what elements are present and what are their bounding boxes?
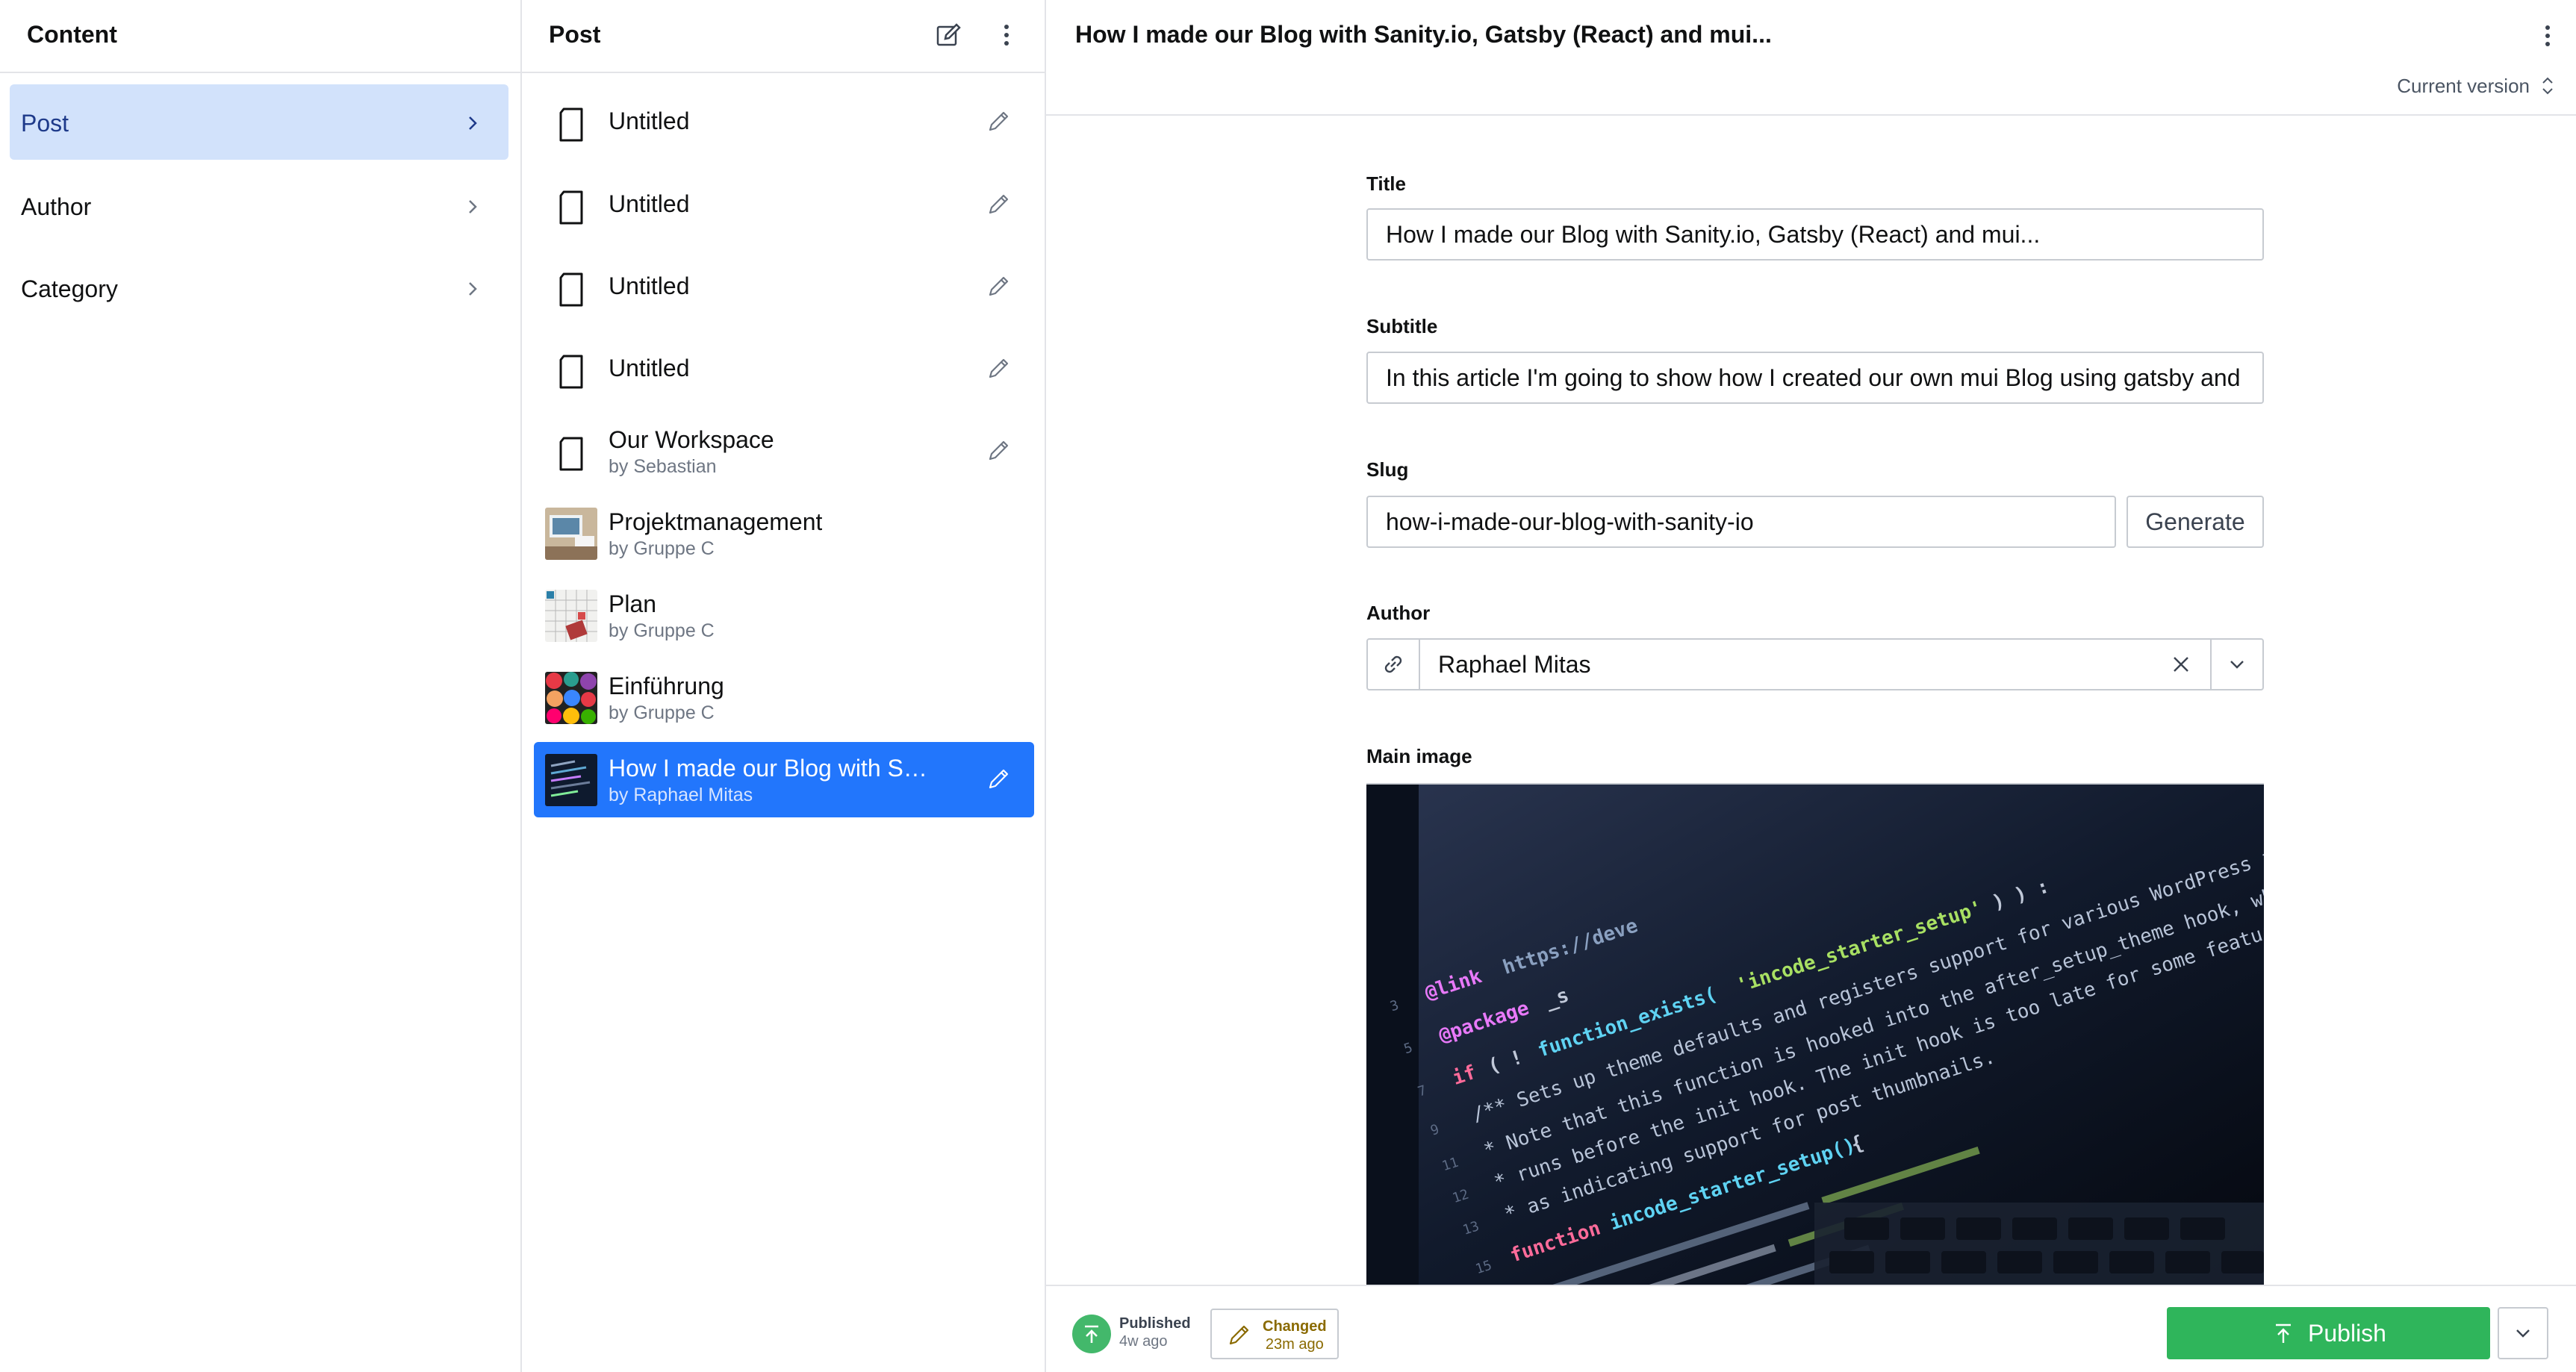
list-item-title: How I made our Blog with Sanity.io, Gats… <box>609 755 937 782</box>
list-item-subtitle: by Gruppe C <box>609 620 715 641</box>
changed-status[interactable]: Changed 23m ago <box>1210 1309 1339 1359</box>
list-item-title: Untitled <box>609 107 690 134</box>
list-item[interactable]: Untitled <box>534 84 1034 160</box>
pencil-icon <box>1229 1325 1249 1345</box>
chevron-down-icon <box>2230 661 2244 669</box>
content-pane-title: Content <box>27 21 117 48</box>
version-selector[interactable]: Current version <box>2397 73 2555 99</box>
version-label: Current version <box>2397 75 2530 97</box>
pencil-icon <box>989 440 1009 461</box>
document-status-bar: Published 4w ago Changed 23m ago Publish <box>1046 1285 2576 1372</box>
main-image-preview[interactable]: @link https://deve @package _s if ( ! fu… <box>1366 783 2264 1286</box>
document-icon <box>559 190 583 225</box>
main-image-field-label: Main image <box>1366 745 1472 767</box>
close-icon[interactable] <box>2168 652 2194 677</box>
title-field-label: Title <box>1366 172 1406 195</box>
post-pane-header: Post <box>522 0 1045 73</box>
published-time: 4w ago <box>1119 1333 1168 1350</box>
published-status: Published 4w ago <box>1119 1315 1191 1350</box>
changed-label: Changed <box>1263 1318 1327 1335</box>
title-input[interactable]: How I made our Blog with Sanity.io, Gats… <box>1366 208 2264 261</box>
header-divider <box>1046 114 2576 116</box>
post-thumbnail-image <box>545 508 597 560</box>
nav-item-label: Category <box>21 275 118 302</box>
list-item-title: Untitled <box>609 190 690 217</box>
reference-link-button[interactable] <box>1368 640 1420 689</box>
link-icon <box>1384 655 1402 673</box>
nav-item-category[interactable]: Category <box>10 250 508 325</box>
list-item[interactable]: Our Workspace by Sebastian <box>534 414 1034 489</box>
list-item-subtitle: by Gruppe C <box>609 538 715 559</box>
changed-time: 23m ago <box>1265 1336 1324 1353</box>
list-item-title: Untitled <box>609 355 690 381</box>
compose-icon[interactable] <box>933 19 965 51</box>
chevron-right-icon <box>469 116 477 130</box>
pencil-icon <box>989 769 1009 789</box>
list-item[interactable]: Plan by Gruppe C <box>534 578 1034 653</box>
post-pane-title: Post <box>549 21 601 48</box>
published-label: Published <box>1119 1315 1191 1332</box>
list-item[interactable]: Projektmanagement by Gruppe C <box>534 496 1034 571</box>
nav-item-post[interactable]: Post <box>10 84 508 160</box>
pencil-icon <box>989 358 1009 378</box>
code-screen-photo: @link https://deve @package _s if ( ! fu… <box>1366 785 2264 1286</box>
list-item-title: Plan <box>609 590 657 617</box>
document-icon <box>559 437 583 471</box>
list-item-title: Untitled <box>609 272 690 299</box>
subtitle-field-label: Subtitle <box>1366 315 1438 337</box>
document-icon <box>559 272 583 307</box>
pencil-icon <box>989 111 1009 131</box>
list-item-title: Einführung <box>609 673 724 699</box>
chevron-up-down-icon <box>2542 77 2553 95</box>
list-item-title: Our Workspace <box>609 426 774 453</box>
list-item[interactable]: Untitled <box>534 331 1034 407</box>
document-editor-pane: How I made our Blog with Sanity.io, Gats… <box>1046 0 2576 1372</box>
publish-icon <box>2276 1323 2292 1343</box>
content-pane-header: Content <box>0 0 520 73</box>
list-item[interactable]: Untitled <box>534 249 1034 325</box>
list-item[interactable]: Einführung by Gruppe C <box>534 660 1034 735</box>
document-icon <box>559 355 583 389</box>
post-thumbnail-image <box>545 590 597 642</box>
list-item[interactable]: Untitled <box>534 167 1034 243</box>
nav-item-label: Post <box>21 110 69 137</box>
list-item-subtitle: by Sebastian <box>609 456 717 477</box>
author-value[interactable]: Raphael Mitas <box>1438 649 1591 679</box>
generate-slug-button[interactable]: Generate <box>2127 496 2264 548</box>
pencil-icon <box>989 276 1009 296</box>
publish-menu-button[interactable] <box>2498 1307 2548 1359</box>
author-reference-field: Raphael Mitas <box>1366 638 2264 690</box>
nav-item-label: Author <box>21 193 92 220</box>
author-dropdown-button[interactable] <box>2210 640 2262 689</box>
chevron-right-icon <box>469 200 477 213</box>
content-pane: Content Post Author Category <box>0 0 522 1372</box>
publish-button[interactable]: Publish <box>2167 1307 2490 1359</box>
author-field-label: Author <box>1366 602 1431 624</box>
document-icon <box>559 107 583 142</box>
post-thumbnail-image <box>545 672 597 724</box>
chevron-down-icon <box>2516 1329 2530 1338</box>
list-item-selected[interactable]: How I made our Blog with Sanity.io, Gats… <box>534 742 1034 817</box>
more-vertical-icon[interactable] <box>991 19 1022 51</box>
chevron-right-icon <box>469 282 477 296</box>
list-item-subtitle: by Raphael Mitas <box>609 785 753 805</box>
list-item-subtitle: by Gruppe C <box>609 702 715 723</box>
post-thumbnail-image <box>545 754 597 806</box>
nav-item-author[interactable]: Author <box>10 168 508 243</box>
pencil-icon <box>989 194 1009 214</box>
document-title: How I made our Blog with Sanity.io, Gats… <box>1075 21 1772 48</box>
slug-field-label: Slug <box>1366 458 1409 481</box>
list-item-title: Projektmanagement <box>609 508 823 535</box>
publish-button-label: Publish <box>2308 1320 2386 1347</box>
subtitle-input[interactable]: In this article I'm going to show how I … <box>1366 352 2264 404</box>
more-vertical-icon[interactable] <box>2537 21 2558 51</box>
published-status-icon <box>1072 1315 1111 1353</box>
post-list-pane: Post Untitled Untitled Untitled Untitled… <box>522 0 1046 1372</box>
slug-input[interactable]: how-i-made-our-blog-with-sanity-io <box>1366 496 2116 548</box>
